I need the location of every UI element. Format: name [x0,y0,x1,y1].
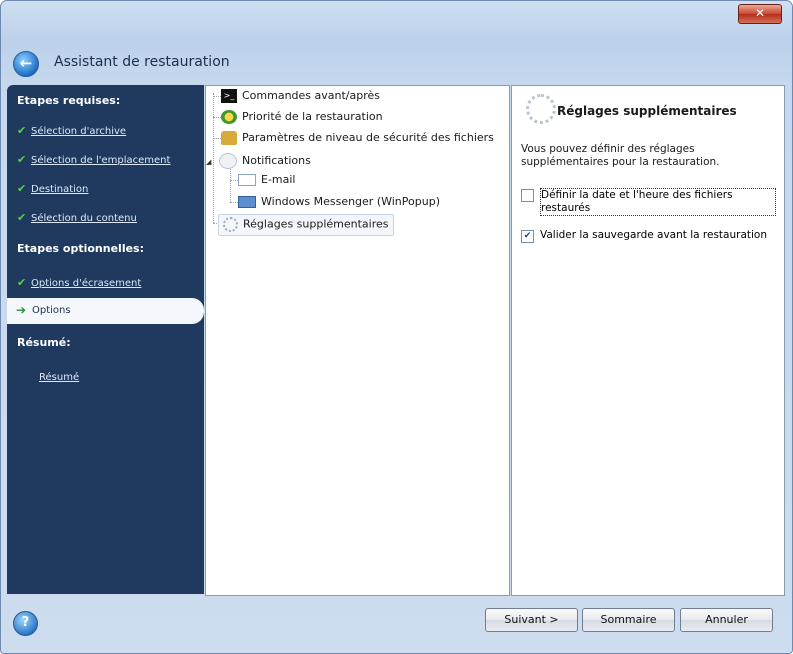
step-location-selection[interactable]: ✔ Sélection de l'emplacement [17,153,170,166]
check-icon: ✔ [17,211,27,224]
close-button[interactable]: ✕ [738,4,782,24]
panel-description: Vous pouvez définir des réglages supplém… [521,143,720,168]
messenger-icon [238,196,256,208]
wizard-steps-sidebar: Etapes requises: ✔ Sélection d'archive ✔ S… [7,85,204,594]
check-icon: ✔ [17,124,27,137]
tree-item-restore-priority[interactable]: Priorité de la restauration [221,110,383,124]
check-icon: ✔ [17,153,27,166]
summary-heading: Résumé: [17,336,71,349]
lock-icon [221,131,237,145]
check-icon: ✔ [17,182,27,195]
settings-panel: Réglages supplémentaires Vous pouvez déf… [511,85,785,596]
tree-item-email[interactable]: E-mail [238,173,296,186]
tree-item-additional-settings[interactable]: Réglages supplémentaires [218,214,394,236]
settings-gear-icon [526,94,556,124]
tree-item-notifications[interactable]: ◢ Notifications [206,153,311,169]
step-summary[interactable]: Résumé [39,372,79,383]
validate-backup-checkbox[interactable]: ✔ [521,230,534,243]
check-icon: ✔ [17,276,27,289]
option-set-file-datetime[interactable]: Définir la date et l'heure des fichiers … [521,188,776,216]
help-icon[interactable]: ? [13,611,38,636]
back-arrow-icon[interactable]: ← [13,51,39,77]
terminal-icon: >_ [221,89,237,103]
cancel-button[interactable]: Annuler [680,608,773,632]
panel-title: Réglages supplémentaires [557,104,737,118]
option-label: Définir la date et l'heure des fichiers … [540,188,776,216]
wizard-footer: ? Suivant > Sommaire Annuler [1,599,792,653]
step-archive-selection[interactable]: ✔ Sélection d'archive [17,124,126,137]
next-button[interactable]: Suivant > [485,608,578,632]
notification-icon [219,153,237,169]
set-datetime-checkbox[interactable] [521,189,534,202]
step-destination[interactable]: ✔ Destination [17,182,88,195]
tree-item-windows-messenger[interactable]: Windows Messenger (WinPopup) [238,195,440,208]
tree-item-pre-post-commands[interactable]: >_ Commandes avant/après [221,89,380,103]
window-title: Assistant de restauration [54,54,230,70]
step-content-selection[interactable]: ✔ Sélection du contenu [17,211,137,224]
optional-steps-heading: Etapes optionnelles: [17,242,144,255]
email-icon [238,174,256,186]
arrow-right-icon: ➔ [16,303,27,317]
step-overwrite-options[interactable]: ✔ Options d'écrasement [17,276,141,289]
tree-item-file-security[interactable]: Paramètres de niveau de sécurité des fic… [221,131,494,145]
gear-icon [223,217,238,232]
step-options-active[interactable]: ➔ Options [7,298,204,324]
priority-icon [221,110,237,124]
option-validate-backup[interactable]: ✔ Valider la sauvegarde avant la restaur… [521,229,776,243]
options-tree: >_ Commandes avant/après Priorité de la r… [205,85,510,596]
required-steps-heading: Etapes requises: [17,94,121,107]
restore-wizard-window: ✕ ← Assistant de restauration Etapes req… [0,0,793,654]
option-label: Valider la sauvegarde avant la restaurat… [540,229,768,241]
summary-button[interactable]: Sommaire [582,608,675,632]
collapse-triangle-icon[interactable]: ◢ [206,158,219,166]
